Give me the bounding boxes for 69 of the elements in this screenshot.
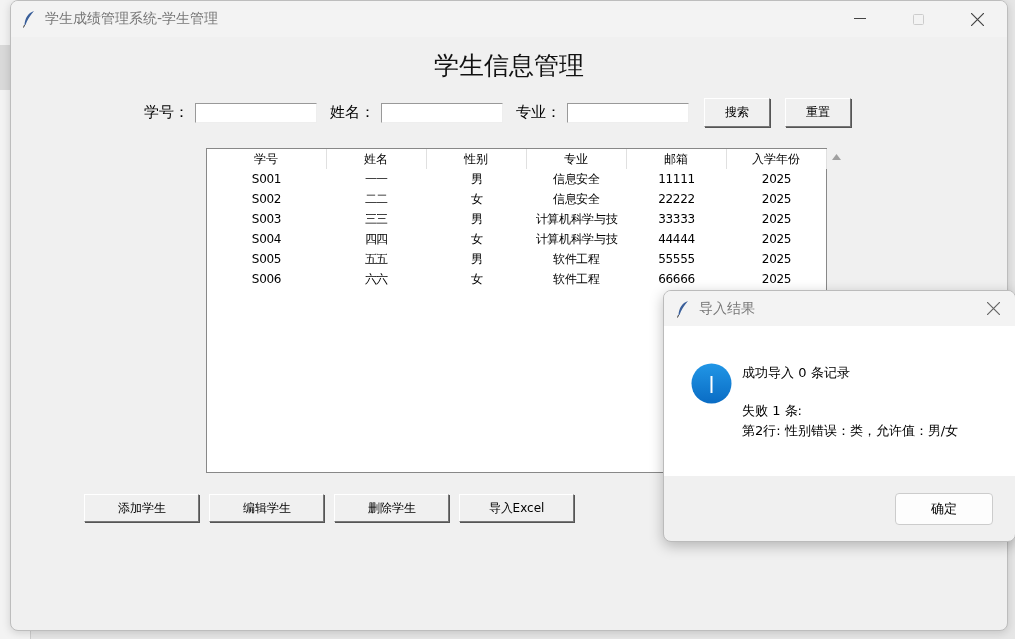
action-button[interactable]: 编辑学生 [209, 494, 324, 522]
action-button[interactable]: 导入Excel [459, 494, 574, 522]
table-cell: S002 [251, 192, 282, 206]
search-field[interactable] [567, 102, 689, 123]
table-cell: 计算机科学与技 [535, 231, 618, 246]
table-cell: S006 [251, 272, 282, 286]
table-cell: 女 [470, 271, 483, 286]
table-cell: 女 [470, 231, 483, 246]
table-cell: 五五 [364, 251, 389, 266]
table-cell: 33333 [658, 212, 695, 226]
dialog-detail: 失败 1 条: [742, 402, 803, 420]
feather-icon [677, 299, 689, 318]
table-cell: S003 [251, 212, 282, 226]
dialog-detail: 第2行: 性别错误：类，允许值：男/女 [742, 422, 959, 440]
table-cell: 男 [470, 171, 483, 186]
close-icon[interactable] [987, 302, 1000, 315]
column-header[interactable]: 专业 [526, 149, 627, 169]
field-label: 专业： [516, 103, 561, 122]
table-cell: 信息安全 [553, 191, 600, 206]
scroll-up-icon[interactable] [831, 154, 841, 160]
feather-icon [23, 10, 35, 28]
search-field[interactable] [195, 102, 317, 123]
table-cell: 2025 [761, 252, 792, 266]
table-cell: 66666 [658, 272, 695, 286]
search-field[interactable] [381, 102, 503, 123]
column-header[interactable]: 性别 [426, 149, 527, 169]
column-header[interactable]: 邮箱 [626, 149, 727, 169]
table-cell: S001 [251, 172, 282, 186]
minimize-icon[interactable] [853, 18, 866, 20]
table-cell: 2025 [761, 192, 792, 206]
search-button[interactable]: 重置 [785, 98, 851, 127]
window-title: 学生成绩管理系统-学生管理 [45, 10, 219, 28]
table-cell: 软件工程 [553, 271, 600, 286]
info-icon [691, 363, 732, 404]
table-cell: 软件工程 [553, 251, 600, 266]
action-button[interactable]: 添加学生 [84, 494, 199, 522]
search-button[interactable]: 搜索 [704, 98, 770, 127]
table-cell: 计算机科学与技 [535, 211, 618, 226]
table-cell: 2025 [761, 232, 792, 246]
table-cell: 信息安全 [553, 171, 600, 186]
table-cell: 女 [470, 191, 483, 206]
field-label: 姓名： [330, 103, 375, 122]
table-cell: 男 [470, 211, 483, 226]
table-cell: S005 [251, 252, 282, 266]
table-cell: 四四 [364, 231, 389, 246]
column-header[interactable]: 学号 [206, 149, 327, 169]
dialog-message: 成功导入 0 条记录 [742, 364, 851, 382]
table-cell: 男 [470, 251, 483, 266]
table-cell: 44444 [658, 232, 695, 246]
table-cell: 55555 [658, 252, 695, 266]
table-cell: S004 [251, 232, 282, 246]
column-header[interactable]: 姓名 [326, 149, 427, 169]
table-cell: 11111 [658, 172, 695, 186]
table-cell: 2025 [761, 172, 792, 186]
dialog-title: 导入结果 [699, 299, 755, 318]
table-cell: 2025 [761, 212, 792, 226]
maximize-icon[interactable] [913, 13, 924, 25]
table-cell: 22222 [658, 192, 695, 206]
table-cell: 三三 [364, 211, 389, 226]
close-icon[interactable] [971, 12, 984, 26]
column-header[interactable]: 入学年份 [726, 149, 827, 169]
table-cell: 2025 [761, 272, 792, 286]
action-button[interactable]: 删除学生 [334, 494, 449, 522]
table-cell: 二二 [364, 191, 389, 206]
page-heading: 学生信息管理 [434, 50, 584, 82]
table-cell: 六六 [364, 271, 389, 286]
ok-button[interactable]: 确定 [895, 492, 993, 525]
field-label: 学号： [144, 103, 189, 122]
table-cell: 一一 [364, 171, 389, 186]
